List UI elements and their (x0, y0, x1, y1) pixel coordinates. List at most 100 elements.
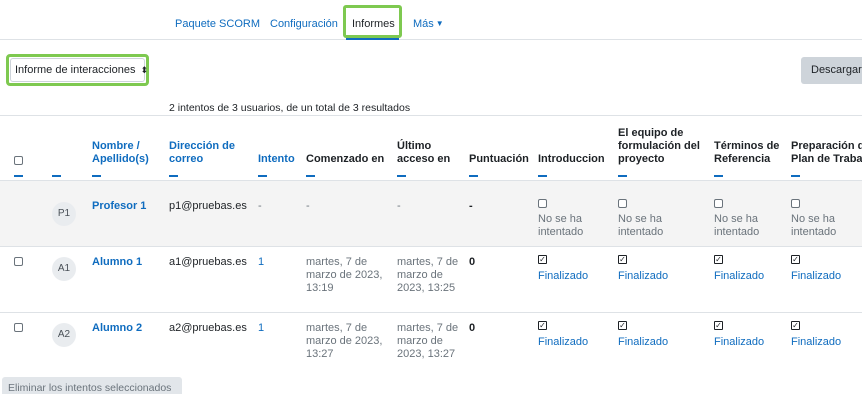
collapse-icon[interactable] (538, 175, 547, 177)
delete-selected-attempts-button[interactable]: Eliminar los intentos seleccionados (2, 377, 182, 394)
collapse-icon[interactable] (14, 175, 23, 177)
collapse-icon[interactable] (306, 175, 315, 177)
checkbox-empty-icon (714, 199, 723, 208)
column-header-work-plan-line: Preparación de (791, 140, 862, 152)
checkbox-checked-icon: ✓ (618, 321, 627, 330)
collapse-icon[interactable] (397, 175, 406, 177)
status-line: intentado (618, 226, 664, 238)
report-type-value: Informe de interacciones (15, 64, 136, 76)
started-at: martes, 7 de marzo de 2023, 13:27 (306, 322, 382, 361)
last-access-line: 2023, 13:27 (397, 348, 456, 360)
tab-reports[interactable]: Informes (352, 18, 395, 30)
interaction-status-link[interactable]: Finalizado (714, 336, 764, 349)
user-name-link[interactable]: Alumno 2 (92, 322, 142, 335)
interaction-status: No se ha intentado (538, 213, 583, 239)
collapse-icon[interactable] (92, 175, 101, 177)
started-at-line: martes, 7 de (306, 256, 368, 268)
checkbox-empty-icon (538, 199, 547, 208)
column-header-score: Puntuación (469, 153, 529, 165)
avatar: A1 (52, 257, 76, 281)
attempt-number-link[interactable]: 1 (258, 322, 264, 335)
tab-scorm-package[interactable]: Paquete SCORM (175, 18, 260, 30)
user-name-link[interactable]: Alumno 1 (92, 256, 142, 269)
column-header-last-access: Último acceso en (397, 140, 450, 166)
download-button-label: Descargar (811, 64, 862, 76)
started-at-line: 13:19 (306, 282, 334, 294)
collapse-icon[interactable] (52, 175, 61, 177)
last-access: martes, 7 de marzo de 2023, 13:27 (397, 322, 458, 361)
active-tab-indicator (346, 38, 399, 40)
tab-more-label: Más (413, 18, 434, 30)
status-line: No se ha (618, 213, 663, 225)
last-access: - (397, 200, 401, 212)
checkbox-empty-icon (791, 199, 800, 208)
column-header-name-line: Apellido(s) (92, 153, 149, 165)
column-header-started: Comenzado en (306, 153, 385, 165)
interaction-status-link[interactable]: Finalizado (791, 270, 841, 283)
column-header-email[interactable]: Dirección de correo (169, 140, 235, 166)
row-select-checkbox[interactable] (14, 323, 23, 332)
collapse-icon[interactable] (258, 175, 267, 177)
interaction-status-link[interactable]: Finalizado (618, 270, 668, 283)
column-header-project-team-line: proyecto (618, 153, 665, 165)
last-access-line: martes, 7 de (397, 322, 459, 334)
status-line: No se ha (714, 213, 759, 225)
interaction-status: No se ha intentado (618, 213, 663, 239)
checkbox-checked-icon: ✓ (538, 321, 547, 330)
row-select-checkbox[interactable] (14, 257, 23, 266)
avatar: A2 (52, 323, 76, 347)
interaction-status-link[interactable]: Finalizado (791, 336, 841, 349)
score: - (469, 200, 473, 212)
results-summary: 2 intentos de 3 usuarios, de un total de… (169, 102, 411, 114)
status-line: No se ha (791, 213, 836, 225)
user-name-link[interactable]: Profesor 1 (92, 200, 146, 213)
column-header-terms-line: Términos de (714, 140, 780, 152)
column-header-name-line: Nombre / (92, 140, 140, 152)
checkbox-checked-icon: ✓ (538, 255, 547, 264)
score: 0 (469, 256, 476, 268)
collapse-icon[interactable] (791, 175, 800, 177)
secondary-navigation: Paquete SCORM Configuración Informes Más… (0, 0, 862, 40)
avatar: P1 (52, 202, 76, 226)
column-header-project-team-line: El equipo de (618, 127, 684, 139)
column-header-name[interactable]: Nombre / Apellido(s) (92, 140, 149, 166)
interaction-status-link[interactable]: Finalizado (538, 336, 588, 349)
last-access-line: martes, 7 de (397, 256, 459, 268)
status-line: intentado (538, 226, 584, 238)
interaction-status-link[interactable]: Finalizado (714, 270, 764, 283)
attempt-number: - (258, 200, 262, 212)
collapse-icon[interactable] (169, 175, 178, 177)
started-at: martes, 7 de marzo de 2023, 13:19 (306, 256, 382, 295)
interaction-status: No se ha intentado (714, 213, 759, 239)
collapse-icon[interactable] (469, 175, 478, 177)
column-header-email-line: Dirección de (169, 140, 236, 152)
select-all-checkbox[interactable] (14, 156, 23, 165)
column-header-attempt[interactable]: Intento (258, 153, 295, 166)
column-header-terms-line: Referencia (714, 153, 771, 165)
user-email: p1@pruebas.es (169, 200, 247, 212)
column-header-terms-of-reference: Términos de Referencia (714, 140, 779, 166)
status-line: intentado (791, 226, 837, 238)
column-header-work-plan: Preparación de Plan de Trabajo (791, 140, 862, 166)
checkbox-checked-icon: ✓ (791, 321, 800, 330)
started-at-line: martes, 7 de (306, 322, 368, 334)
table-row: A1 Alumno 1 a1@pruebas.es 1 martes, 7 de… (0, 247, 862, 313)
user-email: a2@pruebas.es (169, 322, 247, 334)
column-header-work-plan-line: Plan de Trabajo (791, 153, 862, 165)
collapse-icon[interactable] (714, 175, 723, 177)
tab-settings[interactable]: Configuración (270, 18, 338, 30)
interaction-status: No se ha intentado (791, 213, 836, 239)
attempt-number-link[interactable]: 1 (258, 256, 264, 269)
started-at-line: 13:27 (306, 348, 334, 360)
download-button[interactable]: Descargar (801, 57, 862, 84)
tab-more[interactable]: Más ▼ (413, 18, 444, 30)
interaction-status-link[interactable]: Finalizado (538, 270, 588, 283)
checkbox-checked-icon: ✓ (618, 255, 627, 264)
report-type-select[interactable]: Informe de interacciones ⬍ (10, 58, 148, 82)
collapse-icon[interactable] (618, 175, 627, 177)
chevron-down-icon: ▼ (435, 19, 444, 28)
interaction-status-link[interactable]: Finalizado (618, 336, 668, 349)
score: 0 (469, 322, 476, 334)
column-header-project-team-line: formulación del (618, 140, 700, 152)
user-email: a1@pruebas.es (169, 256, 247, 268)
